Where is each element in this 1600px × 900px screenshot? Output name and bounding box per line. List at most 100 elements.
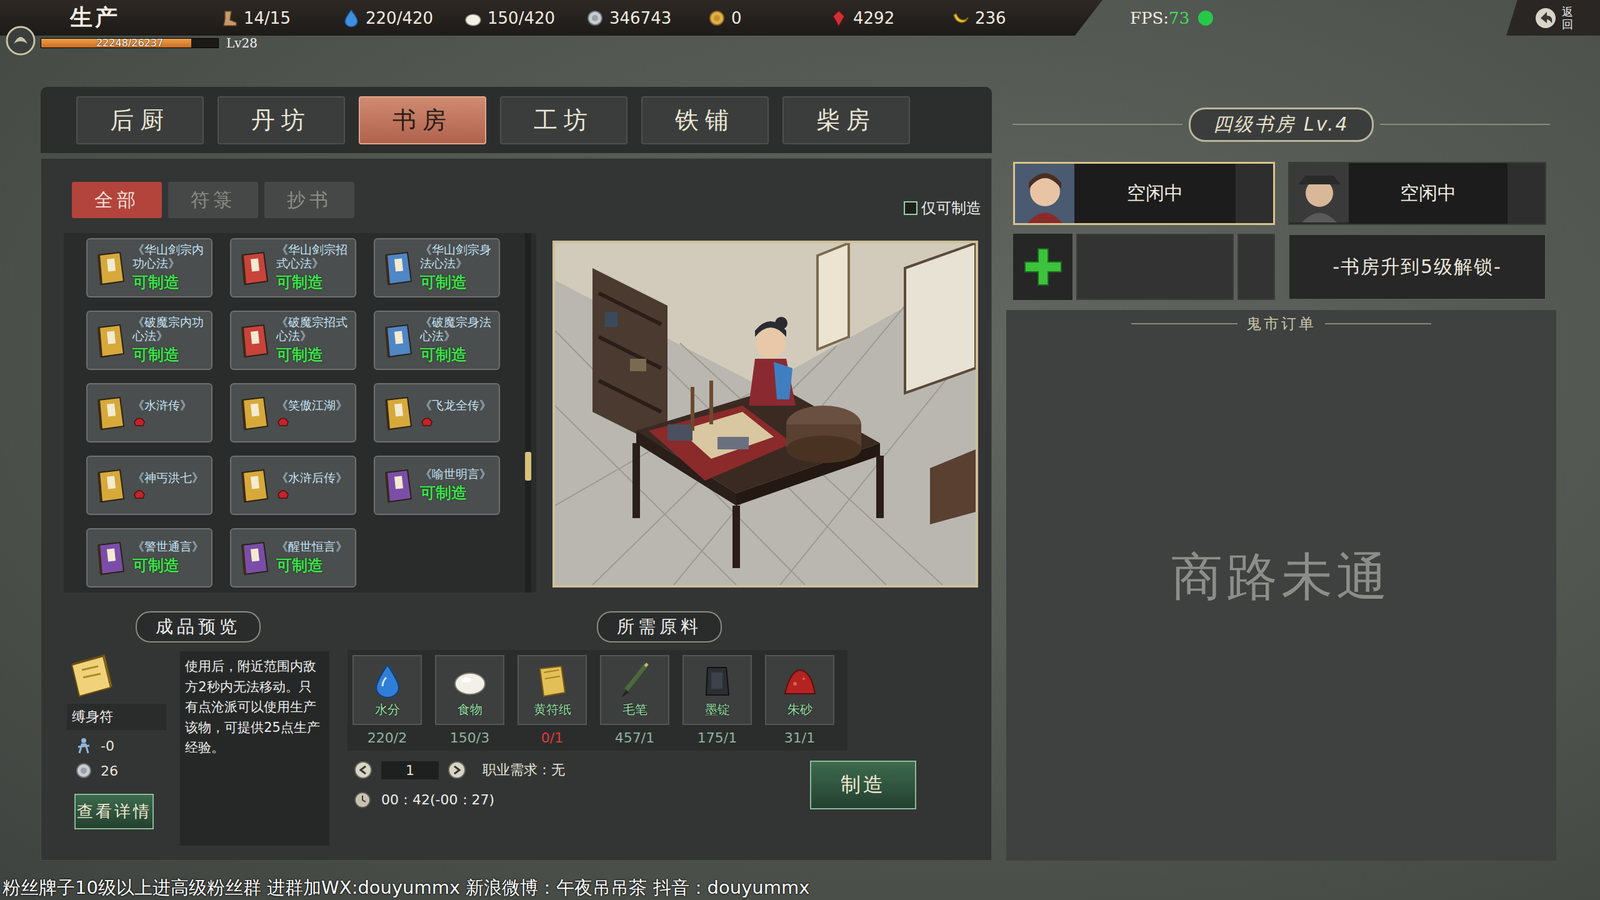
locked-mark-icon xyxy=(132,485,147,500)
scrollbar[interactable] xyxy=(525,233,532,593)
recipe-card[interactable]: 《笑傲江湖》 xyxy=(230,383,357,443)
book-icon xyxy=(382,250,414,287)
tab[interactable]: 丹坊 xyxy=(217,96,345,145)
book-icon xyxy=(238,395,270,432)
quantity-stepper: 1 职业需求：无 xyxy=(353,760,810,780)
status-dot xyxy=(1198,10,1214,26)
emblem-icon xyxy=(5,25,37,57)
checkbox xyxy=(903,201,918,215)
exp-row: 22248/26237Lv28 xyxy=(0,35,1600,51)
worker-avatar xyxy=(1015,163,1075,224)
book-icon xyxy=(95,322,127,359)
product-preview: 成品预览缚身符-026查看详情使用后，附近范围内敌方2秒内无法移动。只有点沧派可… xyxy=(66,611,330,846)
recipe-card[interactable]: 《破魔宗内功心法》可制造 xyxy=(86,310,213,370)
sub-tab-bar: 全部符箓抄书 仅可制造 xyxy=(41,158,992,219)
tab[interactable]: 书房 xyxy=(358,96,487,145)
increase-icon[interactable] xyxy=(447,760,467,780)
book-icon xyxy=(95,540,127,577)
gold-icon xyxy=(707,8,727,28)
workshop-title: 四级书房 Lv.4 xyxy=(1188,107,1374,142)
recipe-card[interactable]: 《华山剑宗招式心法》可制造 xyxy=(230,238,357,298)
recipe-panel: 全部符箓抄书 仅可制造《华山剑宗内功心法》可制造《华山剑宗招式心法》可制造《华山剑… xyxy=(40,158,992,861)
banana-icon xyxy=(951,8,970,28)
silver-icon xyxy=(585,8,605,28)
add-worker-slot[interactable] xyxy=(1013,233,1275,300)
worker-slot[interactable]: 空闲中 xyxy=(1288,161,1547,225)
workshop-preview xyxy=(552,240,979,588)
return-icon xyxy=(1533,5,1559,31)
page-title: 生产 xyxy=(0,2,220,34)
recipe-card[interactable]: 《神丐洪七》 xyxy=(86,455,213,515)
fps-counter: FPS:73 xyxy=(1130,0,1214,36)
worker-slots: 空闲中空闲中-书房升到5级解锁- xyxy=(1006,161,1557,300)
scroll-thumb[interactable] xyxy=(525,451,532,481)
book-icon xyxy=(95,467,127,504)
ink-icon xyxy=(698,662,737,700)
book-icon xyxy=(238,540,270,577)
resource-bar: 生产14/15220/420150/42034674304292236 xyxy=(0,0,1103,36)
quantity-field[interactable]: 1 xyxy=(381,761,439,780)
sub-tab[interactable]: 抄书 xyxy=(264,181,355,219)
recipe-card[interactable]: 《破魔宗身法心法》可制造 xyxy=(373,310,500,370)
back-button[interactable]: 返回 xyxy=(1506,0,1600,36)
sub-tab[interactable]: 全部 xyxy=(71,181,162,219)
gem-icon xyxy=(829,8,849,28)
sub-tab[interactable]: 符箓 xyxy=(168,181,259,219)
orders-message: 商路未通 xyxy=(1006,337,1557,861)
water-icon xyxy=(341,8,361,28)
workshop-panel: 四级书房 Lv.4空闲中空闲中-书房升到5级解锁-鬼市订单商路未通 xyxy=(1006,86,1557,861)
recipe-card[interactable]: 《水浒后传》 xyxy=(230,455,357,515)
recipe-card[interactable]: 《飞龙全传》 xyxy=(373,383,500,443)
job-requirement: 职业需求：无 xyxy=(482,760,565,780)
clock-icon xyxy=(353,791,372,809)
resource-item: 14/15 xyxy=(220,8,342,28)
book-icon xyxy=(95,395,127,432)
resource-item: 0 xyxy=(707,8,830,28)
book-icon xyxy=(382,395,414,432)
header: 生产14/15220/420150/42034674304292236 FPS:7… xyxy=(0,0,1600,52)
book-icon xyxy=(238,322,270,359)
recipe-card[interactable]: 《喻世明言》可制造 xyxy=(373,455,500,515)
recipe-card[interactable]: 《水浒传》 xyxy=(86,383,213,443)
paper-icon xyxy=(533,662,572,700)
locked-slot: -书房升到5级解锁- xyxy=(1288,233,1547,300)
item-stat: -0 xyxy=(66,736,167,755)
tab[interactable]: 柴房 xyxy=(782,96,910,145)
recipe-card[interactable]: 《醒世恒言》可制造 xyxy=(230,528,357,588)
cinnabar-icon xyxy=(781,662,819,700)
exp-bar: 22248/26237 xyxy=(40,38,219,49)
tab[interactable]: 后厨 xyxy=(76,96,204,145)
material-item: 食物150/3 xyxy=(435,655,505,746)
food-icon xyxy=(451,662,489,700)
brush-icon xyxy=(616,662,654,700)
book-icon xyxy=(238,467,270,504)
section-label: 成品预览 xyxy=(135,611,261,643)
water-icon xyxy=(368,662,407,700)
book-icon xyxy=(382,467,414,504)
tab[interactable]: 工坊 xyxy=(500,96,628,145)
item-description: 使用后，附近范围内敌方2秒内无法移动。只有点沧派可以使用生产该物，可提供25点生… xyxy=(180,651,330,846)
recipe-card[interactable]: 《破魔宗招式心法》可制造 xyxy=(230,310,357,370)
stamina-icon xyxy=(220,8,239,28)
locked-mark-icon xyxy=(420,413,434,427)
tab[interactable]: 铁铺 xyxy=(641,96,769,145)
material-item: 墨锭175/1 xyxy=(682,655,752,746)
recipe-card[interactable]: 《华山剑宗内功心法》可制造 xyxy=(86,238,213,298)
resource-item: 4292 xyxy=(829,8,952,28)
worker-icon xyxy=(1289,163,1349,223)
details-button[interactable]: 查看详情 xyxy=(74,793,154,830)
book-icon xyxy=(95,250,127,287)
market-orders: 鬼市订单商路未通 xyxy=(1006,310,1557,861)
recipe-card[interactable]: 《警世通言》可制造 xyxy=(86,528,213,588)
locked-mark-icon xyxy=(276,485,290,500)
production-panel: 后厨丹坊书房工坊铁铺柴房全部符箓抄书仅可制造《华山剑宗内功心法》可制造《华山剑宗… xyxy=(40,86,992,861)
silver-icon xyxy=(74,761,94,780)
recipe-card[interactable]: 《华山剑宗身法心法》可制造 xyxy=(373,238,500,298)
craft-button[interactable]: 制造 xyxy=(810,760,917,810)
resource-item: 220/420 xyxy=(341,8,464,28)
worker-slot[interactable]: 空闲中 xyxy=(1013,161,1275,225)
filter-checkbox[interactable]: 仅可制造 xyxy=(903,198,982,219)
book-icon xyxy=(382,322,414,359)
plus-icon xyxy=(1021,245,1065,289)
decrease-icon[interactable] xyxy=(353,760,373,780)
